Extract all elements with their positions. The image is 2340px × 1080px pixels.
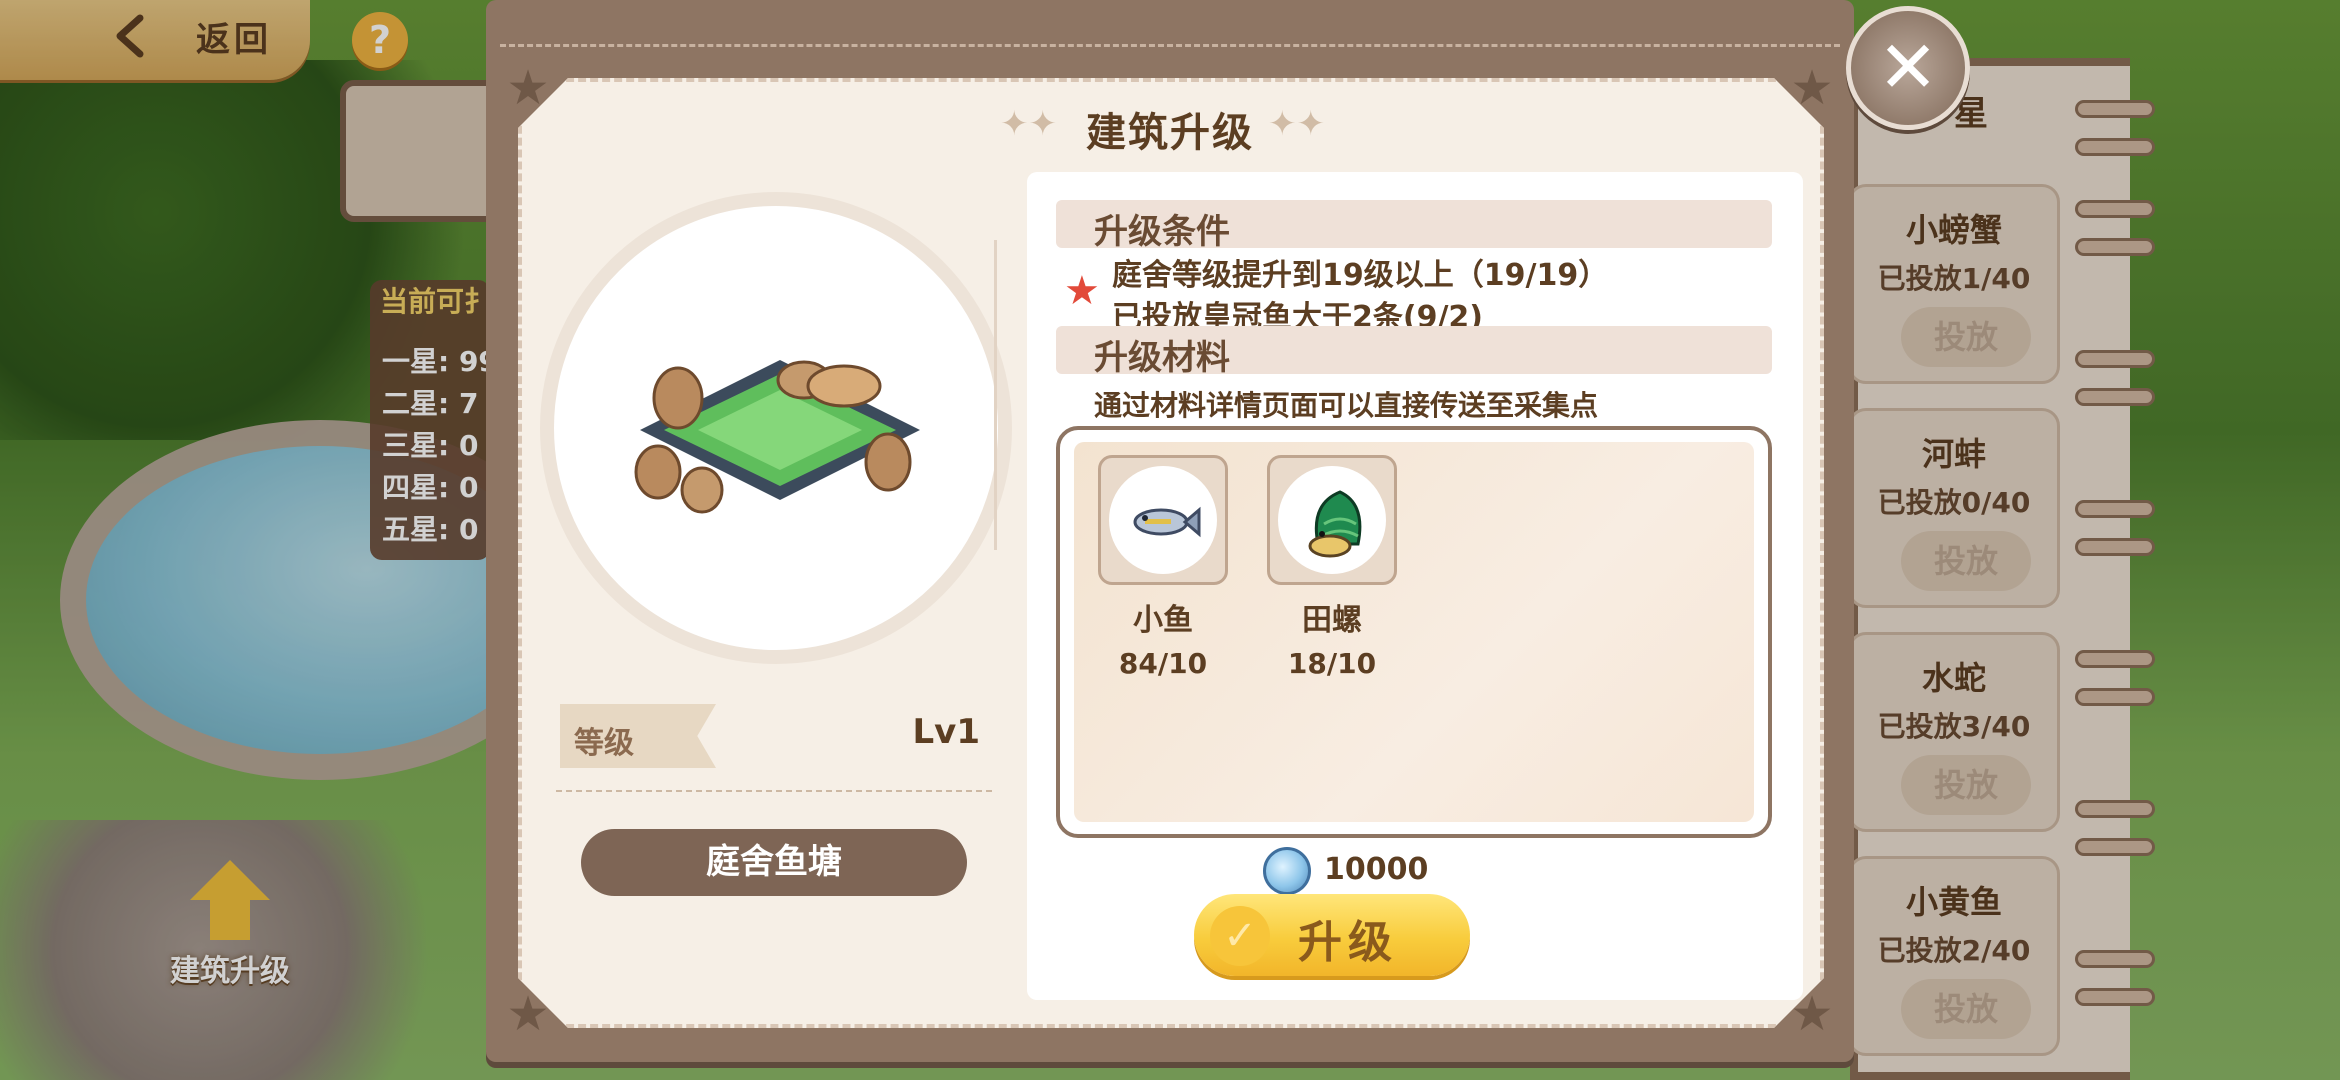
coin-icon <box>1263 847 1311 895</box>
check-icon: ✓ <box>1210 906 1270 966</box>
upgrade-button-label: 升级 <box>1298 917 1398 968</box>
sparkle-icon: ✦✦ <box>1268 104 1325 144</box>
materials-hint: 通过材料详情页面可以直接传送至采集点 <box>1094 389 1599 422</box>
corner-star-icon: ★ <box>506 986 550 1042</box>
material-name: 小鱼 <box>1133 603 1193 638</box>
star-icon: ★ <box>1064 268 1100 314</box>
divider <box>556 790 992 792</box>
fish-icon <box>1133 506 1201 538</box>
upgrade-cost: 10000 <box>1324 852 1429 887</box>
material-item[interactable]: 小鱼 84/10 <box>1098 455 1228 680</box>
fish-pond-building-image <box>634 360 920 514</box>
level-label: 等级 <box>574 726 634 761</box>
close-button[interactable]: ✕ <box>1846 6 1970 130</box>
material-item[interactable]: 田螺 18/10 <box>1267 455 1397 680</box>
materials-header-label: 升级材料 <box>1094 338 1230 378</box>
level-value: Lv1 <box>912 712 981 752</box>
corner-star-icon: ★ <box>506 60 550 116</box>
corner-star-icon: ★ <box>1790 60 1834 116</box>
requirement-line: 庭舍等级提升到19级以上（19/19） <box>1112 258 1609 293</box>
material-name: 田螺 <box>1302 603 1362 638</box>
building-name-button[interactable]: 庭舍鱼塘 <box>581 829 967 896</box>
snail-icon <box>1308 490 1362 558</box>
requirements-header-label: 升级条件 <box>1094 212 1230 252</box>
material-count: 84/10 <box>1118 647 1208 680</box>
material-count: 18/10 <box>1287 647 1377 680</box>
